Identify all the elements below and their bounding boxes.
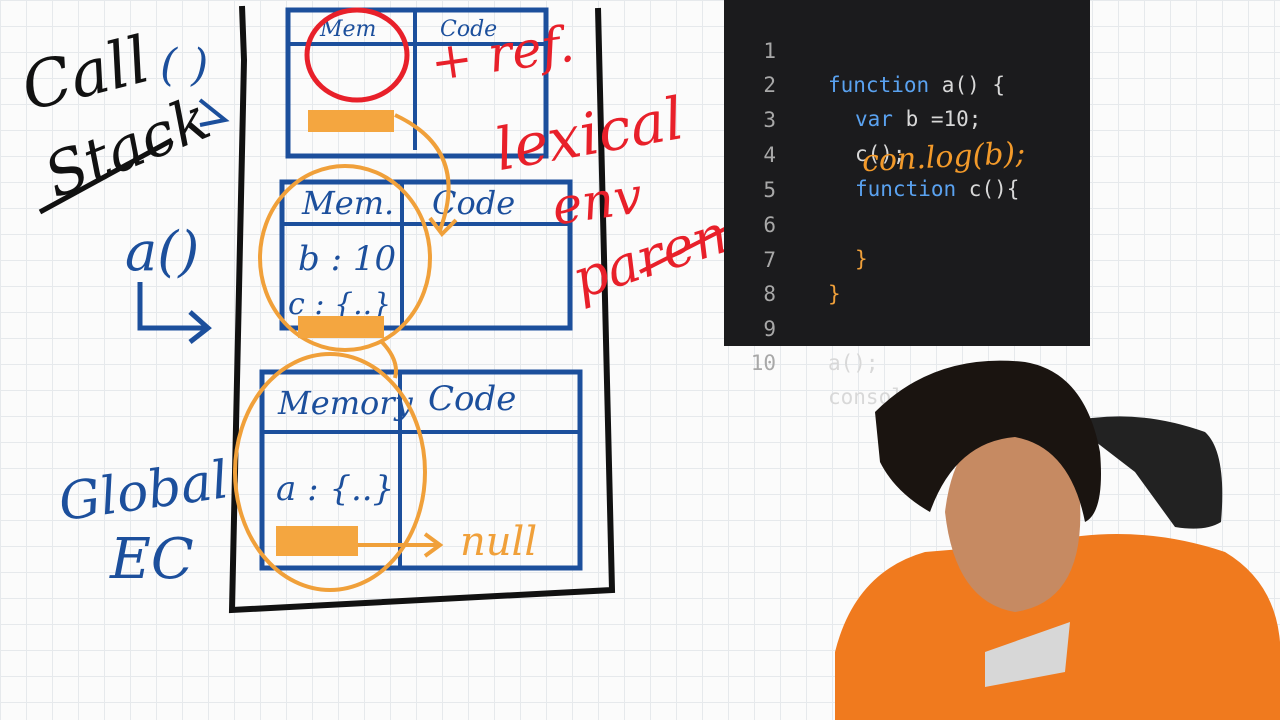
global-code-header: Code <box>428 379 516 419</box>
code-line-3: 3 c(); <box>724 69 1090 166</box>
call-stack-paren: ( ) <box>160 40 208 91</box>
call-stack-label: Call Stack ( ) <box>14 23 230 215</box>
lexical-env-annotation: + ref. lexical env parent <box>427 15 763 311</box>
line-number: 10 <box>750 351 776 375</box>
lexical-label: lexical <box>490 84 689 184</box>
null-label: null <box>460 519 537 565</box>
code-line-7: 7 } <box>724 209 1090 306</box>
global-lexical-env-highlight <box>276 526 358 556</box>
code-line-2: 2 var b =10; <box>724 34 1090 131</box>
a-call-label: a() <box>125 220 199 283</box>
global-execution-context: Memory Code a : {..} null <box>233 338 583 592</box>
a-memory-header: Mem. <box>301 184 394 222</box>
global-memory-header: Memory <box>277 384 414 422</box>
code-line-10: 10 console.log(b); <box>724 312 1090 409</box>
env-label: env <box>549 166 646 236</box>
a-call-arrow <box>137 282 212 344</box>
presenter-webcam <box>835 360 1280 720</box>
global-var-a: a : {..} <box>276 469 394 509</box>
code-line-6: 6 } <box>724 174 1090 271</box>
code-line-1: 1 function a() { <box>724 0 1090 97</box>
c-lexical-env-highlight <box>308 110 394 132</box>
a-var-b: b : 10 <box>298 239 396 279</box>
code-line-9: 9 a(); <box>724 278 1090 375</box>
code-line-8: 8 <box>724 243 1090 306</box>
global-ec-label-line1: Global <box>55 450 232 533</box>
a-lexical-env-highlight <box>298 316 384 338</box>
global-ec-label-line2: EC <box>109 527 194 592</box>
code-line-4: 4 function c(){ <box>724 104 1090 201</box>
